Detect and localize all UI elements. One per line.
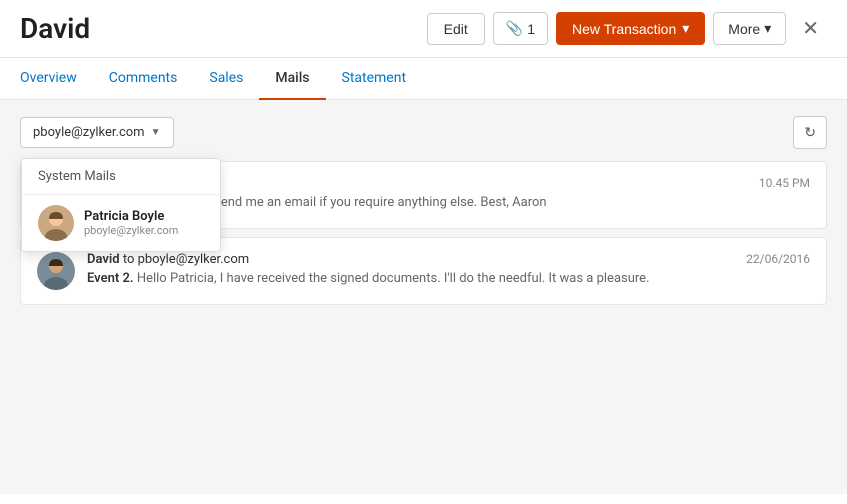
- tabs-bar: Overview Comments Sales Mails Statement: [0, 58, 847, 100]
- edit-button[interactable]: Edit: [427, 13, 485, 45]
- mail-from: David to pboyle@zylker.com: [87, 252, 734, 267]
- close-button[interactable]: ✕: [794, 12, 827, 45]
- refresh-button[interactable]: ↻: [793, 116, 827, 149]
- contact-name: Patricia Boyle: [84, 209, 178, 224]
- mail-recipient: pboyle@zylker.com: [138, 252, 250, 267]
- new-transaction-label: New Transaction: [572, 21, 676, 37]
- patricia-avatar: [38, 205, 74, 241]
- tab-comments[interactable]: Comments: [93, 58, 194, 100]
- mail-preview-text: Hello Patricia, I have received the sign…: [137, 271, 650, 286]
- chevron-down-icon: ▾: [682, 20, 689, 37]
- chevron-down-icon: ▾: [764, 20, 771, 37]
- mail-sender-name: David: [87, 252, 120, 267]
- mail-preview: Event 2. Hello Patricia, I have received…: [87, 271, 734, 286]
- contact-info: Patricia Boyle pboyle@zylker.com: [84, 209, 178, 237]
- more-button[interactable]: More ▾: [713, 12, 786, 45]
- mail-header: David to pboyle@zylker.com Event 2. Hell…: [37, 252, 810, 290]
- mail-event-label: Event 2.: [87, 271, 134, 286]
- new-transaction-button[interactable]: New Transaction ▾: [556, 12, 705, 45]
- more-label: More: [728, 21, 760, 37]
- mail-body: David to pboyle@zylker.com Event 2. Hell…: [87, 252, 734, 286]
- tab-sales[interactable]: Sales: [193, 58, 259, 100]
- system-mails-item[interactable]: System Mails: [22, 159, 220, 194]
- dropdown-arrow-icon: ▼: [151, 127, 161, 138]
- tab-mails[interactable]: Mails: [259, 58, 325, 100]
- mail-to-label: to: [123, 252, 138, 267]
- tab-statement[interactable]: Statement: [326, 58, 423, 100]
- attachment-count: 1: [527, 21, 535, 37]
- header-actions: Edit 📎 1 New Transaction ▾ More ▾ ✕: [427, 12, 827, 45]
- mail-time: 10.45 PM: [759, 176, 810, 190]
- current-email: pboyle@zylker.com: [33, 125, 145, 140]
- tab-overview[interactable]: Overview: [20, 58, 93, 100]
- mail-avatar-david: [37, 252, 75, 290]
- mail-date: 22/06/2016: [746, 252, 810, 266]
- attachment-button[interactable]: 📎 1: [493, 12, 548, 45]
- paperclip-icon: 📎: [506, 20, 523, 37]
- content-area: pboyle@zylker.com ▼ System Mails: [0, 100, 847, 494]
- filter-bar: pboyle@zylker.com ▼ System Mails: [20, 116, 827, 149]
- email-dropdown-menu: System Mails Patricia B: [21, 158, 221, 252]
- header: David Edit 📎 1 New Transaction ▾ More ▾ …: [0, 0, 847, 58]
- email-filter-dropdown[interactable]: pboyle@zylker.com ▼ System Mails: [20, 117, 174, 148]
- contact-email: pboyle@zylker.com: [84, 224, 178, 237]
- contact-patricia-item[interactable]: Patricia Boyle pboyle@zylker.com: [22, 195, 220, 251]
- page-title: David: [20, 12, 427, 45]
